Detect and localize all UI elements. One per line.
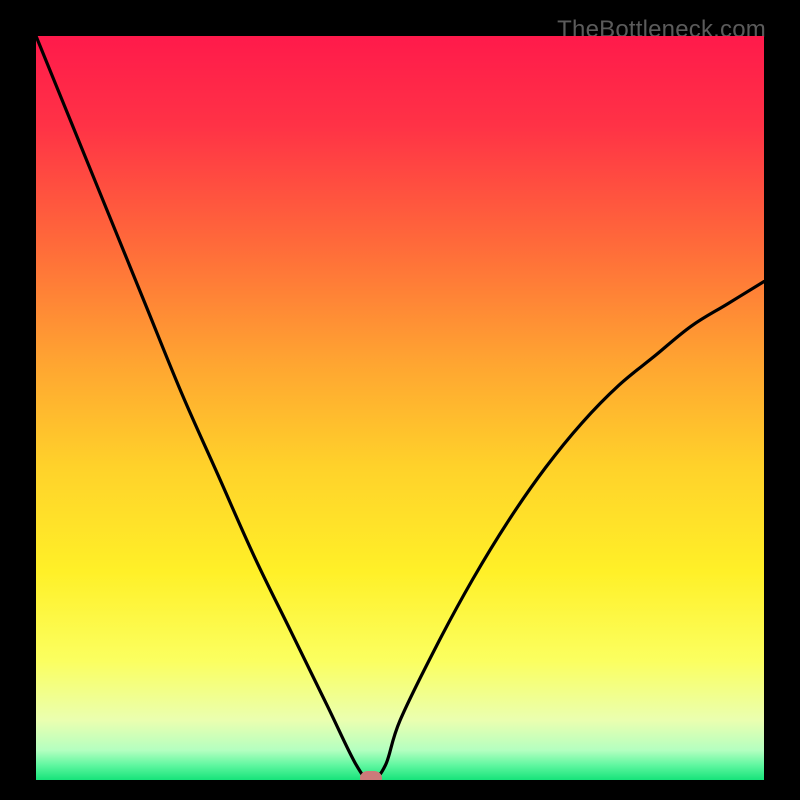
bottleneck-curve xyxy=(36,36,764,780)
chart-frame: TheBottleneck.com xyxy=(16,16,784,784)
optimum-marker xyxy=(360,771,382,780)
plot-area xyxy=(36,36,764,780)
